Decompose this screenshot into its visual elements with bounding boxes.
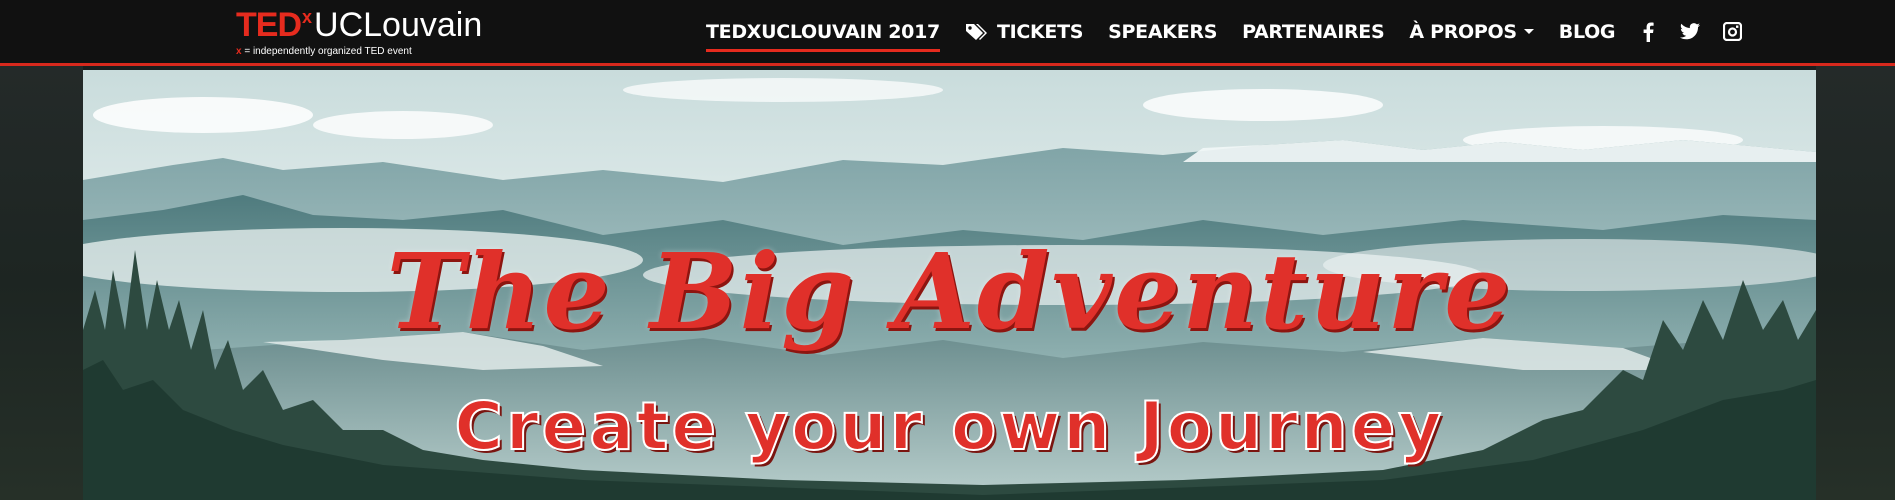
top-navbar: TEDxUCLouvain x = independently organize…	[0, 0, 1895, 66]
hero-side-right	[1816, 66, 1895, 500]
nav-a-propos-dropdown[interactable]: À PROPOS	[1409, 20, 1534, 43]
nav-blog[interactable]: BLOG	[1558, 20, 1616, 43]
brand-tagline: x = independently organized TED event	[236, 46, 482, 58]
nav-label: SPEAKERS	[1108, 20, 1218, 43]
nav-tickets[interactable]: TICKETS	[965, 21, 1083, 43]
hero-side-left	[0, 66, 83, 500]
nav-label: À PROPOS	[1409, 20, 1517, 43]
twitter-icon[interactable]	[1680, 22, 1701, 42]
tag-icon	[965, 23, 987, 40]
nav-partenaires[interactable]: PARTENAIRES	[1242, 20, 1385, 43]
facebook-icon[interactable]	[1638, 22, 1658, 42]
tagline-text: = independently organized TED event	[241, 46, 412, 57]
brand-wordmark: TEDxUCLouvain	[236, 6, 482, 44]
nav-tedxuclouvain-2017[interactable]: TEDXUCLOUVAIN 2017	[706, 20, 940, 52]
hero-title: The Big Adventure	[386, 230, 1513, 353]
nav-label: TEDXUCLOUVAIN 2017	[706, 20, 940, 43]
nav-label: TICKETS	[996, 20, 1084, 43]
nav-label: PARTENAIRES	[1242, 20, 1385, 43]
social-links	[1638, 22, 1764, 42]
instagram-icon[interactable]	[1722, 22, 1742, 42]
main-nav: TEDXUCLOUVAIN 2017 TICKETS SPEAKERS PART…	[706, 0, 1764, 63]
chevron-down-icon	[1523, 29, 1534, 34]
brand-event-name: UCLouvain	[314, 6, 483, 44]
brand-ted: TED	[236, 6, 302, 44]
nav-speakers[interactable]: SPEAKERS	[1108, 21, 1217, 43]
brand-x: x	[302, 7, 313, 27]
brand-logo[interactable]: TEDxUCLouvain x = independently organize…	[236, 6, 482, 58]
hero-banner: The Big Adventure Create your own Journe…	[83, 70, 1816, 500]
hero-subtitle: Create your own Journey	[454, 387, 1445, 466]
nav-label: BLOG	[1558, 20, 1616, 43]
